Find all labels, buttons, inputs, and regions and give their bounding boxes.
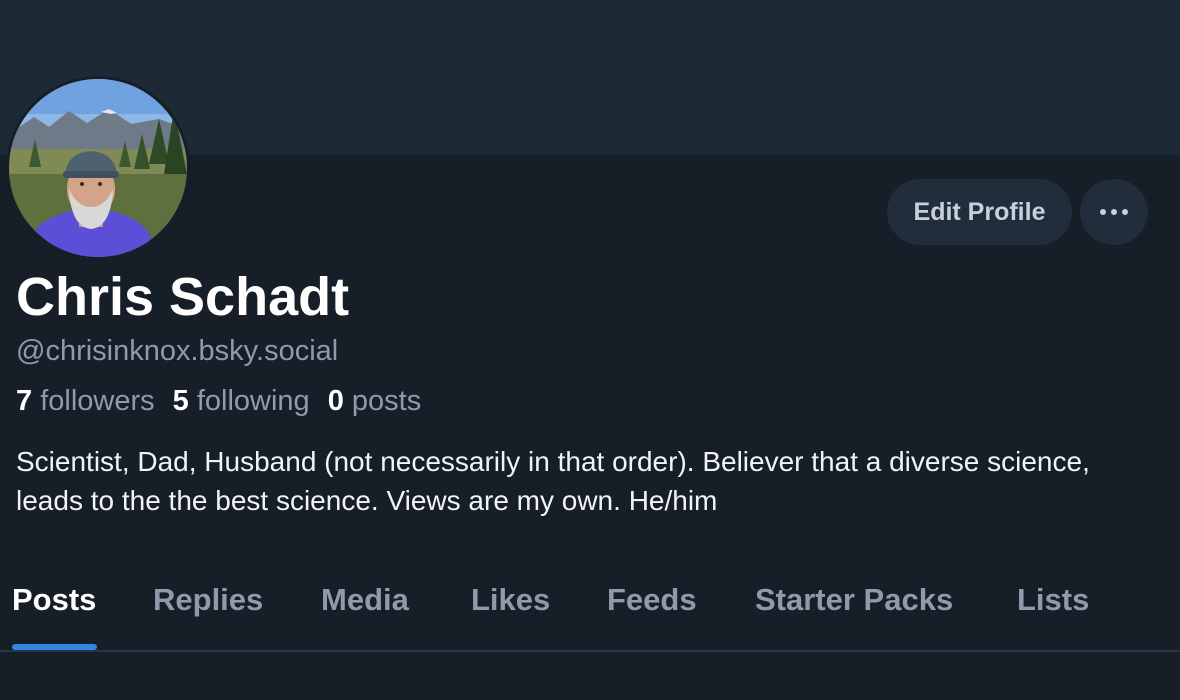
posts-count: 0: [327, 385, 344, 417]
avatar-photo: [9, 79, 187, 257]
followers-stat[interactable]: 7 followers: [16, 382, 155, 420]
following-count: 5: [172, 385, 189, 417]
tab-posts[interactable]: Posts: [12, 580, 96, 620]
display-name: Chris Schadt: [16, 267, 350, 327]
tab-feeds[interactable]: Feeds: [607, 580, 697, 620]
followers-count: 7: [16, 385, 33, 417]
posts-stat: 0 posts: [328, 382, 422, 420]
profile-stats: 7 followers 5 following 0 posts: [16, 382, 421, 420]
tab-starter-packs[interactable]: Starter Packs: [755, 580, 953, 620]
followers-label: followers: [40, 385, 155, 417]
following-label: following: [196, 385, 310, 417]
profile-tabs: Posts Replies Media Likes Feeds Starter …: [0, 560, 1180, 652]
avatar[interactable]: [6, 76, 190, 260]
profile-bio: Scientist, Dad, Husband (not necessarily…: [16, 446, 1090, 516]
tab-likes[interactable]: Likes: [471, 580, 550, 620]
posts-label: posts: [351, 385, 422, 417]
tab-replies[interactable]: Replies: [153, 580, 263, 620]
following-stat[interactable]: 5 following: [173, 382, 310, 420]
tab-media[interactable]: Media: [321, 580, 409, 620]
profile-handle: @chrisinknox.bsky.social: [16, 335, 339, 367]
more-options-button[interactable]: [1080, 179, 1148, 245]
tabs-divider: [0, 650, 1180, 652]
ellipsis-icon: [1100, 209, 1128, 215]
tab-lists[interactable]: Lists: [1017, 580, 1089, 620]
edit-profile-button[interactable]: Edit Profile: [887, 179, 1072, 245]
profile-page: Edit Profile Chris Schadt @chrisinknox.b…: [0, 0, 1180, 700]
